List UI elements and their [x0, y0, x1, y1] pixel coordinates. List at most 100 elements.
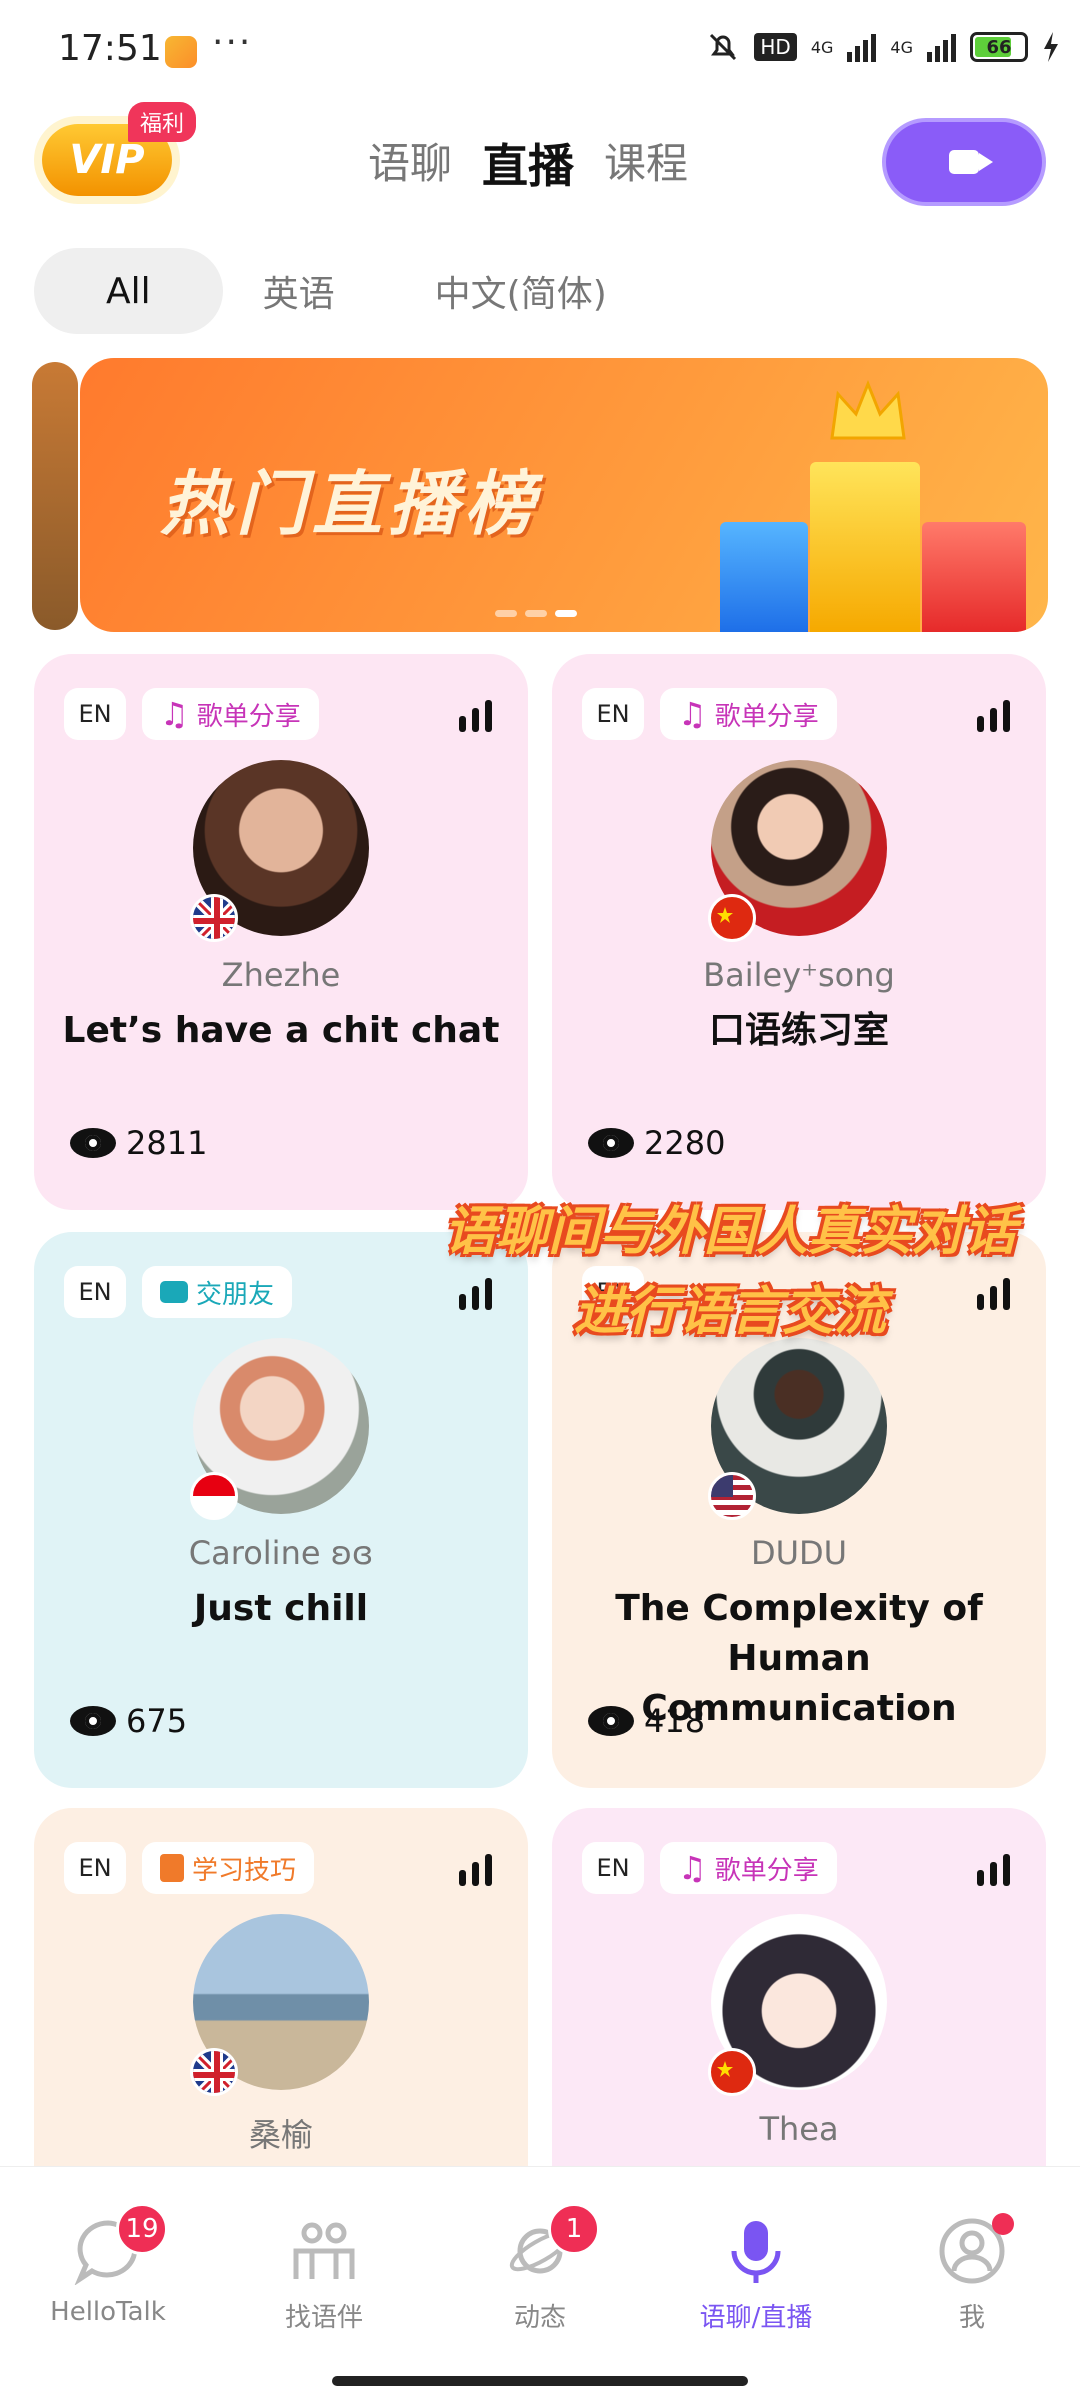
charging-icon — [1044, 32, 1058, 62]
unread-badge: 1 — [548, 2203, 600, 2255]
host-name: Zhezhe — [221, 956, 341, 994]
promo-caption-line-1: 语聊间与外国人真实对话 — [443, 1202, 1016, 1262]
tab-courses[interactable]: 课程 — [604, 130, 688, 196]
host-name: 桑榆 — [248, 2116, 313, 2154]
signal-icon-1 — [847, 32, 877, 62]
battery-level: 66 — [986, 36, 1012, 58]
home-indicator[interactable] — [332, 2376, 748, 2386]
filter-english[interactable]: 英语 — [223, 248, 375, 334]
flag-usa-icon — [708, 1472, 756, 1520]
live-room-card[interactable]: EN ♫ 歌单分享 Zhezhe Let’s have a chit chat 2… — [34, 654, 528, 1210]
filter-all[interactable]: All — [34, 248, 223, 334]
flag-china-icon — [708, 894, 756, 942]
tab-voice-chat[interactable]: 语聊 — [368, 130, 452, 196]
pager-dot — [495, 610, 517, 617]
start-live-button[interactable] — [882, 118, 1046, 206]
signal-icon-2 — [927, 32, 956, 62]
eye-icon — [70, 1706, 116, 1736]
nav-label: HelloTalk — [50, 2297, 166, 2327]
room-tag: ♫ 歌单分享 — [660, 1842, 837, 1894]
viewer-count: 675 — [70, 1702, 187, 1740]
hd-voice-icon: HD — [754, 33, 797, 61]
nav-find-partner[interactable]: 找语伴 — [244, 2217, 404, 2334]
top-header: VIP 福利 语聊 直播 课程 — [0, 102, 1080, 220]
nav-label: 动态 — [513, 2303, 566, 2333]
live-room-card[interactable]: EN ♫ 歌单分享 Bailey⁺song 口语练习室 2280 — [552, 654, 1046, 1210]
viewer-count: 2280 — [588, 1124, 725, 1162]
clock: 17:51 — [58, 28, 162, 69]
eye-icon — [588, 1128, 634, 1158]
language-filters: All 英语 中文(简体) — [34, 248, 667, 334]
chat-icon — [160, 1281, 188, 1303]
room-title: Just chill — [193, 1588, 369, 1629]
nav-label: 找语伴 — [284, 2303, 363, 2333]
room-title: 口语练习室 — [708, 1010, 889, 1051]
people-icon — [290, 2217, 358, 2285]
promo-caption-line-2: 进行语言交流 — [573, 1282, 886, 1342]
bar-decoration-yellow — [810, 462, 920, 632]
mute-bell-icon — [710, 33, 737, 61]
book-icon — [160, 1854, 184, 1882]
audio-level-icon — [977, 1854, 1010, 1886]
viewer-count: 2811 — [70, 1124, 207, 1162]
network-type-2: 4G — [890, 37, 913, 57]
language-badge: EN — [64, 1842, 126, 1894]
pager-dot-current — [555, 610, 577, 617]
flag-china-icon — [708, 2048, 756, 2096]
audio-level-icon — [459, 1854, 492, 1886]
viewer-count-value: 418 — [644, 1702, 706, 1740]
language-badge: EN — [64, 688, 126, 740]
flag-uk-icon — [190, 894, 238, 942]
bar-decoration-red — [922, 522, 1026, 632]
network-type-1: 4G — [810, 37, 834, 57]
eye-icon — [70, 1128, 116, 1158]
host-name: Thea — [759, 2110, 839, 2148]
viewer-count-value: 2280 — [644, 1124, 726, 1162]
host-name: Caroline ʚɞ — [188, 1534, 374, 1572]
room-tag: 学习技巧 — [142, 1842, 315, 1894]
flag-uk-icon — [190, 2048, 238, 2096]
nav-hellotalk[interactable]: 19 HelloTalk — [28, 2203, 188, 2327]
music-note-icon: ♫ — [678, 1849, 707, 1887]
room-tag-label: 歌单分享 — [714, 1855, 819, 1886]
room-tag-label: 学习技巧 — [192, 1855, 297, 1886]
language-badge: EN — [64, 1266, 126, 1318]
previous-banner-peek[interactable] — [32, 362, 78, 630]
profile-icon — [938, 2213, 1014, 2285]
audio-level-icon — [977, 700, 1010, 732]
nav-me[interactable]: 我 — [892, 2213, 1052, 2334]
room-tag-label: 歌单分享 — [196, 701, 301, 732]
more-notifications-icon: ··· — [212, 22, 253, 63]
eye-icon — [588, 1706, 634, 1736]
music-note-icon: ♫ — [160, 695, 189, 733]
ranking-banner[interactable]: 热门直播榜 — [80, 358, 1048, 632]
room-tag-label: 交朋友 — [196, 1279, 275, 1310]
nav-voice-live[interactable]: 语聊/直播 — [676, 2217, 836, 2334]
promo-caption: 语聊间与外国人真实对话 进行语言交流 — [380, 1192, 1080, 1352]
host-name: Bailey⁺song — [703, 956, 895, 994]
chat-bubble-icon: 19 — [74, 2203, 168, 2286]
flag-indonesia-icon — [190, 1472, 238, 1520]
status-bar: 17:51 ··· HD 4G 4G 66 — [0, 0, 1080, 100]
nav-label: 我 — [958, 2303, 985, 2333]
nav-moments[interactable]: 1 动态 — [460, 2203, 620, 2334]
pager-dot — [525, 610, 547, 617]
room-tag: ♫ 歌单分享 — [660, 688, 837, 740]
room-title: Let’s have a chit chat — [62, 1010, 500, 1051]
welfare-badge: 福利 — [128, 102, 197, 142]
audio-level-icon — [459, 700, 492, 732]
bar-decoration-blue — [720, 522, 808, 632]
music-note-icon: ♫ — [678, 695, 707, 733]
tab-live[interactable]: 直播 — [482, 130, 574, 196]
viewer-count-value: 2811 — [126, 1124, 208, 1162]
nav-label: 语聊/直播 — [699, 2303, 813, 2333]
video-camera-icon — [949, 150, 993, 174]
filter-chinese-simplified[interactable]: 中文(简体) — [375, 248, 667, 334]
crown-icon — [830, 380, 906, 440]
room-tag: 交朋友 — [142, 1266, 293, 1318]
unread-badge: 19 — [116, 2203, 168, 2255]
planet-icon: 1 — [506, 2203, 600, 2285]
vip-label: VIP — [69, 137, 145, 183]
viewer-count-value: 675 — [126, 1702, 188, 1740]
room-tag: ♫ 歌单分享 — [142, 688, 319, 740]
